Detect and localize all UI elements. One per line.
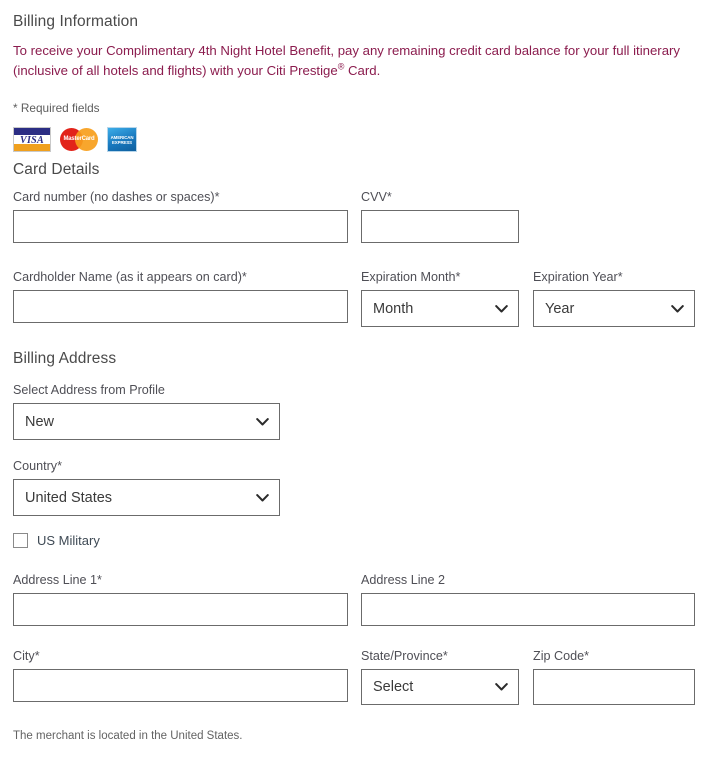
benefit-notice: To receive your Complimentary 4th Night … [13,41,686,81]
address-line-2-label: Address Line 2 [361,573,446,587]
field-expiration-year: Expiration Year* Year [533,270,695,327]
field-address-line-1: Address Line 1* [13,573,348,626]
select-address-value: New [13,403,280,440]
select-address-label: Select Address from Profile [13,383,165,397]
heading-billing-information: Billing Information [13,13,139,30]
us-military-checkbox-row[interactable]: US Military [13,533,100,548]
field-cardholder-name: Cardholder Name (as it appears on card)* [13,270,348,323]
us-military-label: US Military [37,533,100,548]
required-fields-note: * Required fields [13,101,100,115]
cardholder-name-label: Cardholder Name (as it appears on card)* [13,270,247,284]
benefit-notice-suffix: Card. [344,63,381,78]
accepted-card-logos: VISA MasterCard AMERICAN EXPRESS [13,127,137,152]
billing-information-form: Billing Information To receive your Comp… [0,0,714,757]
state-province-select[interactable]: Select [361,669,519,705]
state-province-label: State/Province* [361,649,448,663]
field-state-province: State/Province* Select [361,649,519,705]
heading-billing-address: Billing Address [13,350,117,367]
city-input[interactable] [13,669,348,702]
expiration-year-select[interactable]: Year [533,290,695,327]
zip-code-input[interactable] [533,669,695,705]
american-express-icon: AMERICAN EXPRESS [107,127,137,152]
expiration-month-label: Expiration Month* [361,270,461,284]
field-select-address: Select Address from Profile New [13,383,280,440]
card-number-label: Card number (no dashes or spaces)* [13,190,220,204]
field-city: City* [13,649,348,702]
address-line-1-label: Address Line 1* [13,573,102,587]
city-label: City* [13,649,40,663]
merchant-location-note: The merchant is located in the United St… [13,730,243,742]
field-expiration-month: Expiration Month* Month [361,270,519,327]
field-card-number: Card number (no dashes or spaces)* [13,190,348,243]
heading-card-details: Card Details [13,161,100,178]
mastercard-wordmark: MasterCard [63,136,95,142]
us-military-checkbox[interactable] [13,533,28,548]
field-cvv: CVV* [361,190,519,243]
mastercard-icon: MasterCard [60,127,98,152]
field-country: Country* United States [13,459,280,516]
expiration-year-value: Year [533,290,695,327]
visa-icon: VISA [13,127,51,152]
card-number-input[interactable] [13,210,348,243]
cvv-label: CVV* [361,190,392,204]
visa-bottom-band [14,144,50,151]
address-line-2-input[interactable] [361,593,695,626]
expiration-month-select[interactable]: Month [361,290,519,327]
amex-wordmark: AMERICAN EXPRESS [110,135,134,145]
zip-code-label: Zip Code* [533,649,590,663]
expiration-year-label: Expiration Year* [533,270,623,284]
expiration-month-value: Month [361,290,519,327]
cvv-input[interactable] [361,210,519,243]
state-province-value: Select [361,669,519,705]
country-select[interactable]: United States [13,479,280,516]
country-value: United States [13,479,280,516]
field-address-line-2: Address Line 2 [361,573,695,626]
select-address-select[interactable]: New [13,403,280,440]
address-line-1-input[interactable] [13,593,348,626]
field-zip-code: Zip Code* [533,649,695,705]
cardholder-name-input[interactable] [13,290,348,323]
country-label: Country* [13,459,62,473]
